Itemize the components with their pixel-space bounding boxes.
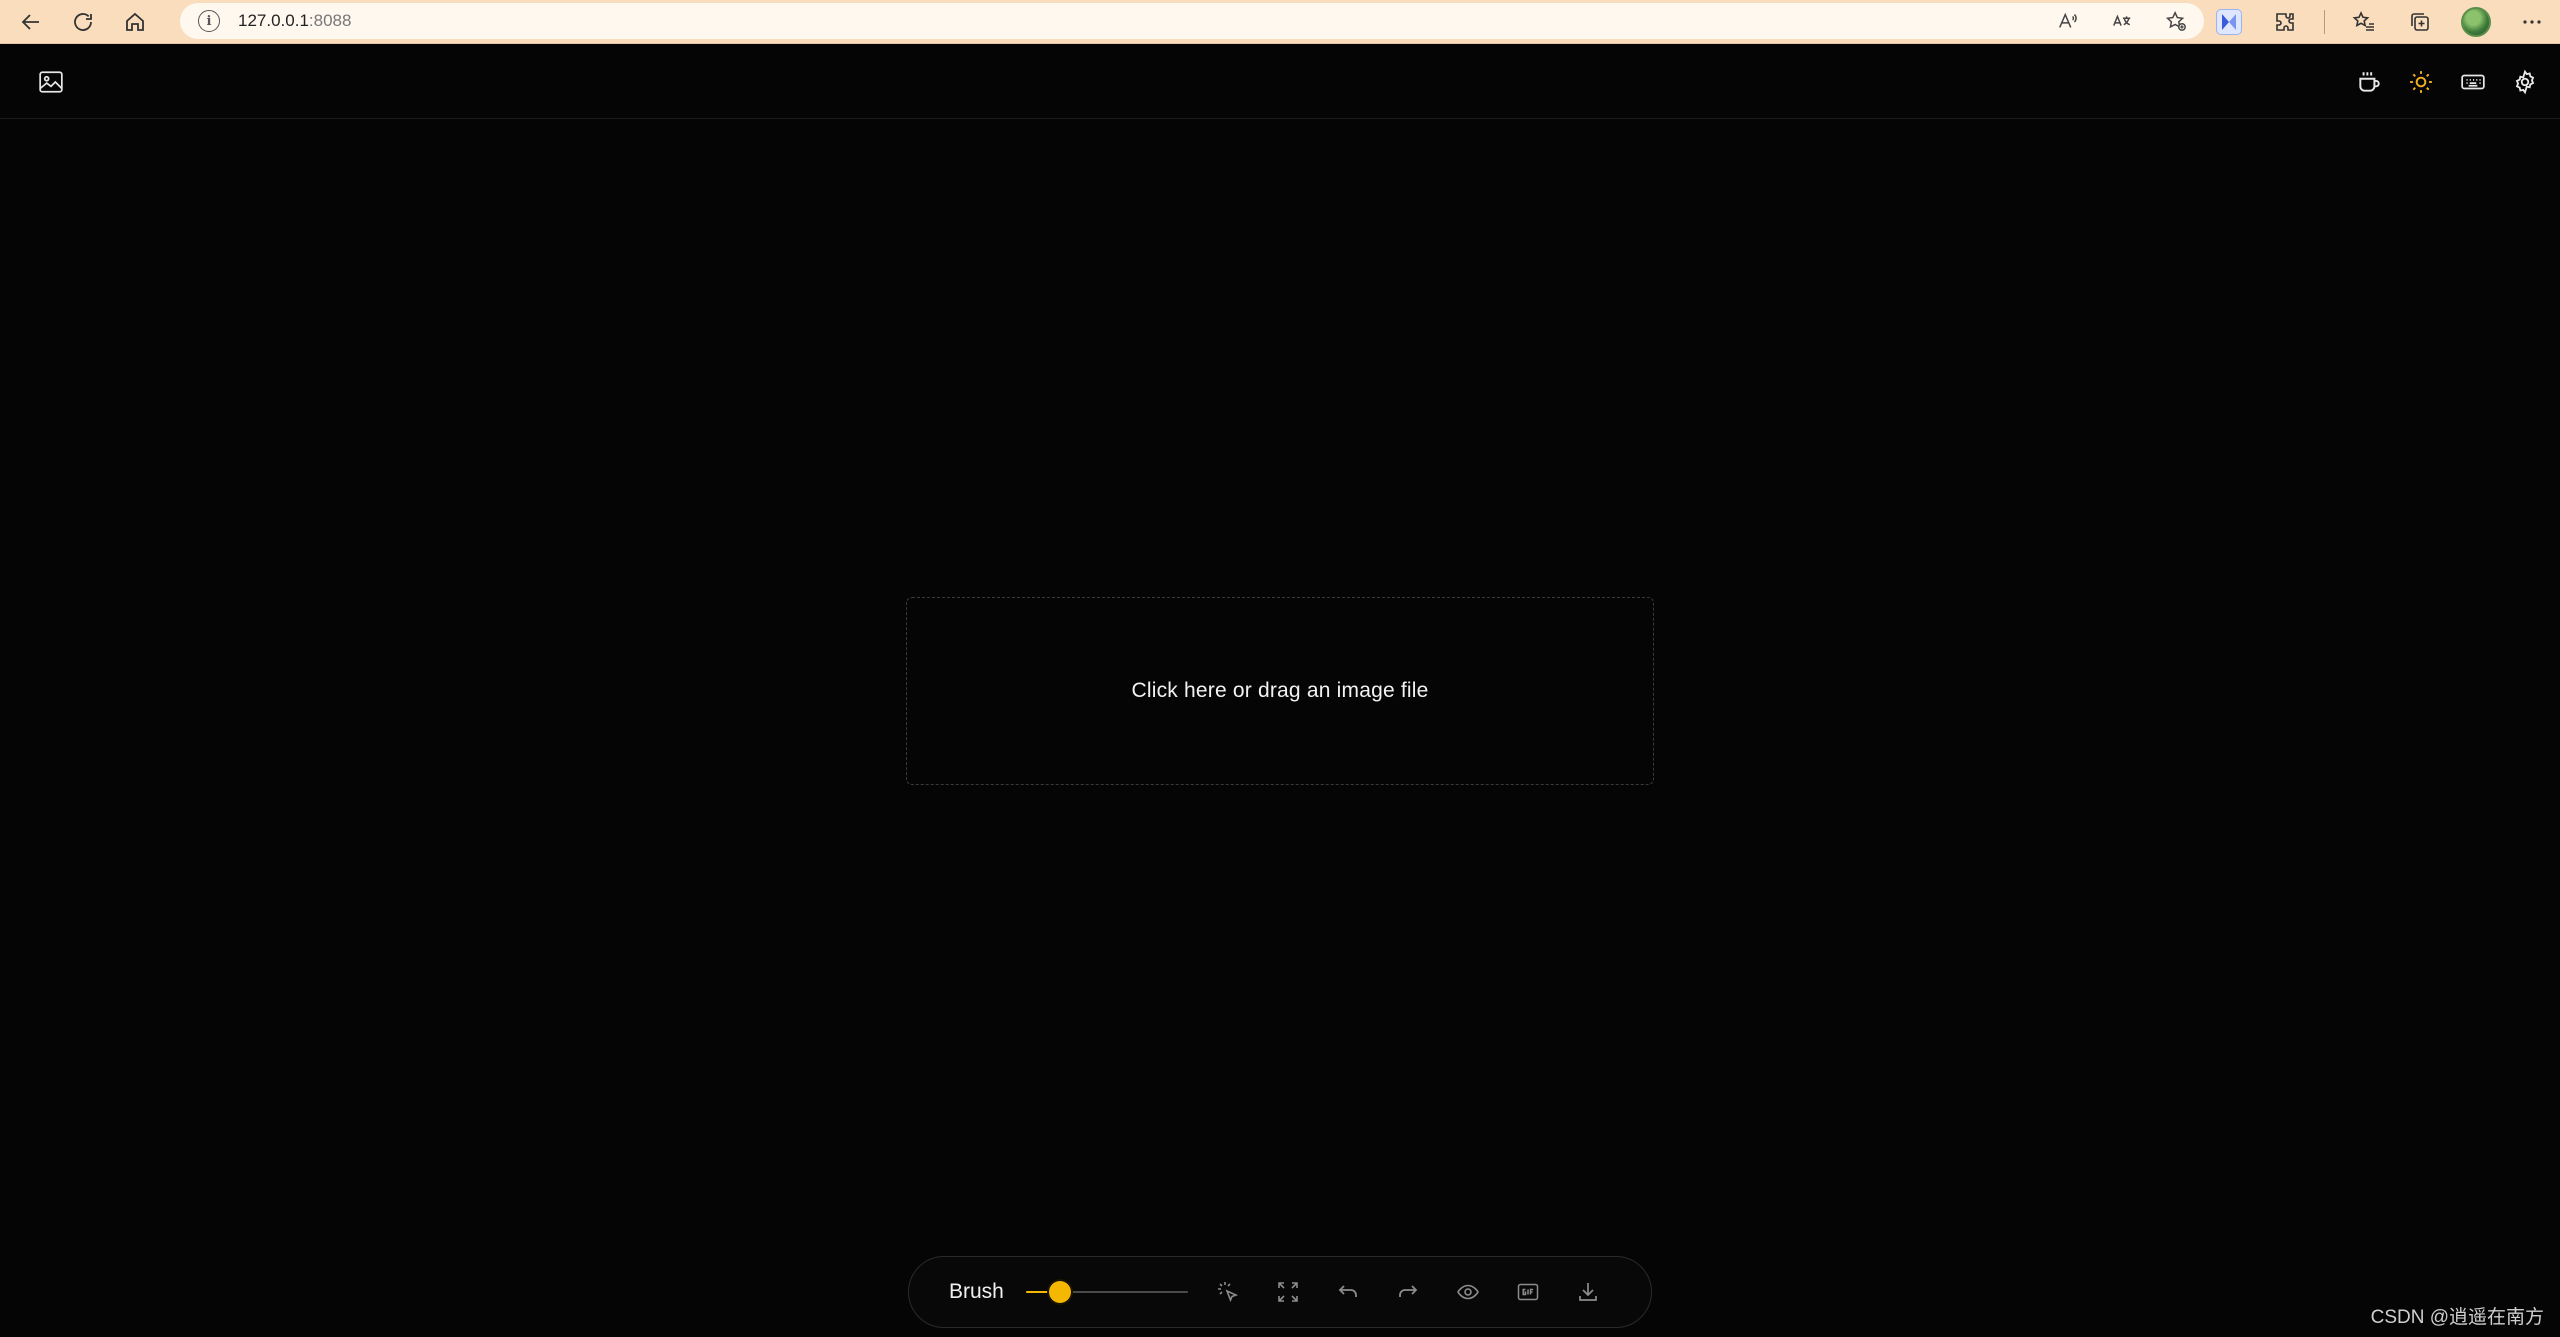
- extensions-button[interactable]: [2268, 5, 2302, 39]
- home-icon: [126, 12, 144, 31]
- favorites-button[interactable]: [2347, 5, 2381, 39]
- interactive-seg-button[interactable]: [1210, 1274, 1246, 1310]
- info-icon[interactable]: i: [198, 10, 220, 32]
- translate-icon: [2113, 14, 2131, 26]
- collections-icon: [2411, 13, 2429, 31]
- translate-button[interactable]: [2108, 7, 2136, 35]
- brush-label: Brush: [949, 1280, 1004, 1303]
- gear-icon: [2515, 69, 2535, 95]
- tool-buttons: [1210, 1274, 1606, 1310]
- refresh-icon: [74, 12, 92, 31]
- app-root: i 127.0.0.1:8088 Click here or drag an …: [0, 0, 2560, 1337]
- read-aloud-button[interactable]: [2054, 7, 2082, 35]
- settings-button[interactable]: [2508, 65, 2542, 99]
- gif-button[interactable]: [1510, 1274, 1546, 1310]
- shortcuts-button[interactable]: [2456, 65, 2490, 99]
- back-button[interactable]: [8, 2, 54, 42]
- redo-button[interactable]: [1390, 1274, 1426, 1310]
- url-host: 127.0.0.1: [238, 11, 309, 30]
- star-plus-icon: [2165, 11, 2186, 31]
- favorites-list-icon: [2352, 11, 2374, 31]
- app-header: [0, 44, 2560, 119]
- menu-button[interactable]: [2515, 5, 2549, 39]
- address-bar[interactable]: i 127.0.0.1:8088: [180, 3, 2204, 39]
- home-button[interactable]: [112, 2, 158, 42]
- undo-icon: [1338, 1285, 1357, 1297]
- collections-button[interactable]: [2403, 5, 2437, 39]
- arrow-left-icon: [21, 13, 39, 30]
- magic-cursor-icon: [1217, 1282, 1238, 1303]
- add-favorite-button[interactable]: [2162, 7, 2190, 35]
- editor-toolbar: Brush: [908, 1256, 1652, 1328]
- image-icon: [39, 71, 63, 93]
- download-icon: [1579, 1283, 1597, 1301]
- upload-prompt: Click here or drag an image file: [1131, 679, 1429, 702]
- fullscreen-icon: [1278, 1282, 1298, 1302]
- eye-icon: [1456, 1284, 1479, 1300]
- gif-icon: [1517, 1283, 1539, 1301]
- image-drop-zone[interactable]: Click here or drag an image file: [906, 597, 1654, 785]
- keyboard-icon: [2461, 74, 2485, 90]
- fullscreen-button[interactable]: [1270, 1274, 1306, 1310]
- read-aloud-icon: [2059, 12, 2077, 28]
- coffee-cup-icon: [2359, 72, 2380, 92]
- url-port: :8088: [308, 11, 352, 30]
- redo-icon: [1398, 1285, 1418, 1297]
- refresh-button[interactable]: [60, 2, 106, 42]
- avatar: [2461, 7, 2491, 37]
- toggle-original-button[interactable]: [1450, 1274, 1486, 1310]
- slider-thumb[interactable]: [1048, 1281, 1071, 1303]
- sun-icon: [2410, 71, 2432, 93]
- more-icon: [2523, 20, 2541, 24]
- browser-toolbar: i 127.0.0.1:8088: [0, 0, 2560, 44]
- coffee-button[interactable]: [2352, 65, 2386, 99]
- brush-size-slider[interactable]: [1025, 1280, 1188, 1304]
- browser-actions: [2212, 0, 2549, 44]
- profile-button[interactable]: [2459, 5, 2493, 39]
- extension-badge-icon: [2216, 9, 2242, 35]
- download-button[interactable]: [1570, 1274, 1606, 1310]
- undo-button[interactable]: [1330, 1274, 1366, 1310]
- address-bar-actions: [2054, 3, 2190, 39]
- extension-button[interactable]: [2212, 5, 2246, 39]
- header-actions: [2352, 65, 2542, 99]
- watermark: CSDN @逍遥在南方: [2370, 1307, 2544, 1328]
- open-image-button[interactable]: [38, 70, 66, 94]
- theme-toggle-button[interactable]: [2404, 65, 2438, 99]
- puzzle-icon: [2276, 13, 2294, 31]
- toolbar-divider: [2324, 10, 2325, 34]
